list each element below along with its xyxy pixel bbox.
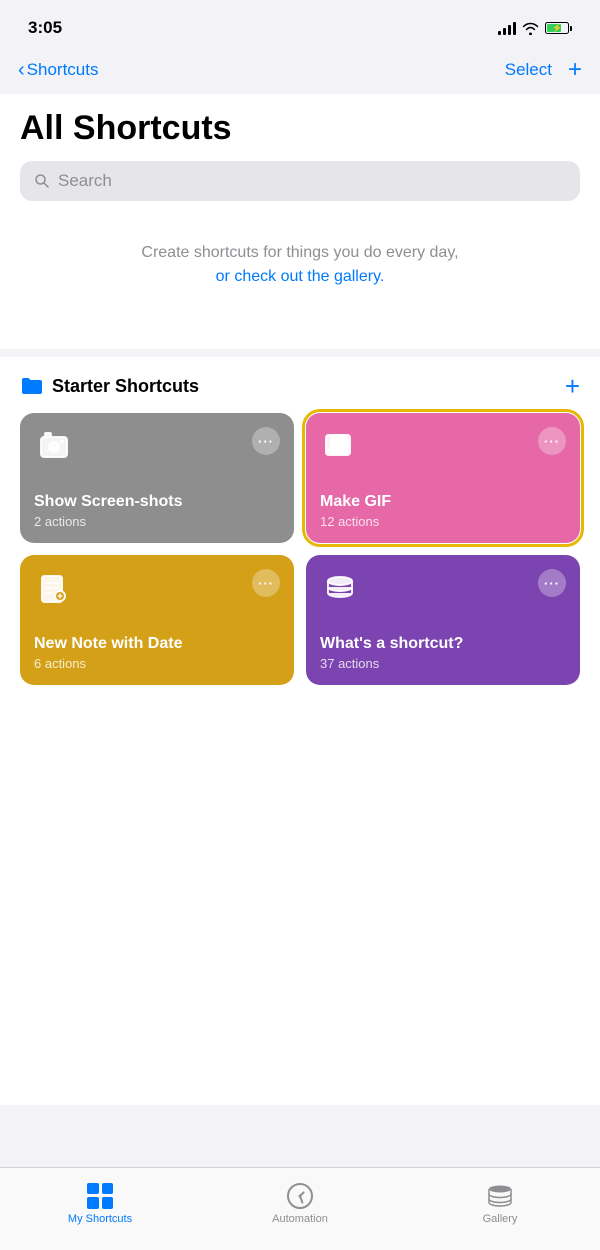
shortcut-card-new-note[interactable]: ··· New Note with Date 6 actions — [20, 555, 294, 685]
gif-icon — [320, 427, 360, 467]
card-title-shortcut: What's a shortcut? — [320, 634, 566, 653]
my-shortcuts-tab-icon — [86, 1182, 114, 1210]
screenshot-icon — [34, 427, 74, 467]
gallery-link[interactable]: or check out the gallery. — [216, 268, 385, 285]
card-actions-screenshots: 2 actions — [34, 514, 280, 529]
gallery-tab-icon — [486, 1182, 514, 1210]
battery-icon: ⚡ — [545, 22, 572, 34]
page-title: All Shortcuts — [20, 110, 580, 147]
empty-state-text: Create shortcuts for things you do every… — [141, 244, 458, 261]
content-spacer — [0, 705, 600, 1105]
card-title-note: New Note with Date — [34, 634, 280, 653]
note-icon — [34, 569, 74, 609]
section-header-left: Starter Shortcuts — [20, 376, 199, 397]
tab-gallery[interactable]: Gallery — [400, 1182, 600, 1225]
status-bar: 3:05 ⚡ — [0, 0, 600, 50]
folder-icon — [20, 376, 44, 396]
card-actions-shortcut: 37 actions — [320, 656, 566, 671]
wifi-icon — [522, 22, 539, 35]
layers-icon — [320, 569, 360, 609]
empty-state: Create shortcuts for things you do every… — [20, 201, 580, 329]
search-placeholder: Search — [58, 171, 112, 191]
select-button[interactable]: Select — [505, 60, 552, 80]
tab-automation[interactable]: Automation — [200, 1182, 400, 1225]
back-button[interactable]: ‹ Shortcuts — [18, 60, 98, 80]
section-divider — [0, 349, 600, 357]
back-label: Shortcuts — [27, 60, 99, 80]
shortcut-card-whats-shortcut[interactable]: ··· What's a shortcut? 37 actions — [306, 555, 580, 685]
shortcut-card-make-gif[interactable]: ··· Make GIF 12 actions — [306, 413, 580, 543]
card-actions-note: 6 actions — [34, 656, 280, 671]
add-shortcut-button[interactable]: + — [568, 58, 582, 82]
nav-right: Select + — [505, 58, 582, 82]
card-more-button-note[interactable]: ··· — [252, 569, 280, 597]
my-shortcuts-tab-label: My Shortcuts — [68, 1213, 132, 1225]
automation-tab-label: Automation — [272, 1213, 328, 1225]
nav-bar: ‹ Shortcuts Select + — [0, 50, 600, 94]
card-actions-gif: 12 actions — [320, 514, 566, 529]
main-content: All Shortcuts Search Create shortcuts fo… — [0, 94, 600, 349]
back-chevron-icon: ‹ — [18, 60, 25, 80]
search-bar[interactable]: Search — [20, 161, 580, 201]
status-time: 3:05 — [28, 18, 62, 38]
signal-bars-icon — [498, 21, 516, 35]
starter-add-button[interactable]: + — [565, 373, 580, 399]
card-more-button-gif[interactable]: ··· — [538, 427, 566, 455]
card-more-button-shortcut[interactable]: ··· — [538, 569, 566, 597]
status-icons: ⚡ — [498, 21, 572, 35]
shortcut-grid: ··· Show Screen-shots 2 actions — [20, 413, 580, 685]
shortcut-card-show-screenshots[interactable]: ··· Show Screen-shots 2 actions — [20, 413, 294, 543]
starter-shortcuts-section: Starter Shortcuts + ··· — [0, 357, 600, 705]
gallery-tab-label: Gallery — [483, 1213, 518, 1225]
section-title: Starter Shortcuts — [52, 376, 199, 397]
search-icon — [34, 173, 50, 189]
tab-bar: My Shortcuts Automation Gallery — [0, 1167, 600, 1250]
card-more-button-screenshots[interactable]: ··· — [252, 427, 280, 455]
tab-my-shortcuts[interactable]: My Shortcuts — [0, 1182, 200, 1225]
automation-tab-icon — [286, 1182, 314, 1210]
section-header: Starter Shortcuts + — [20, 373, 580, 399]
card-title-gif: Make GIF — [320, 492, 566, 511]
card-title-screenshots: Show Screen-shots — [34, 492, 280, 511]
